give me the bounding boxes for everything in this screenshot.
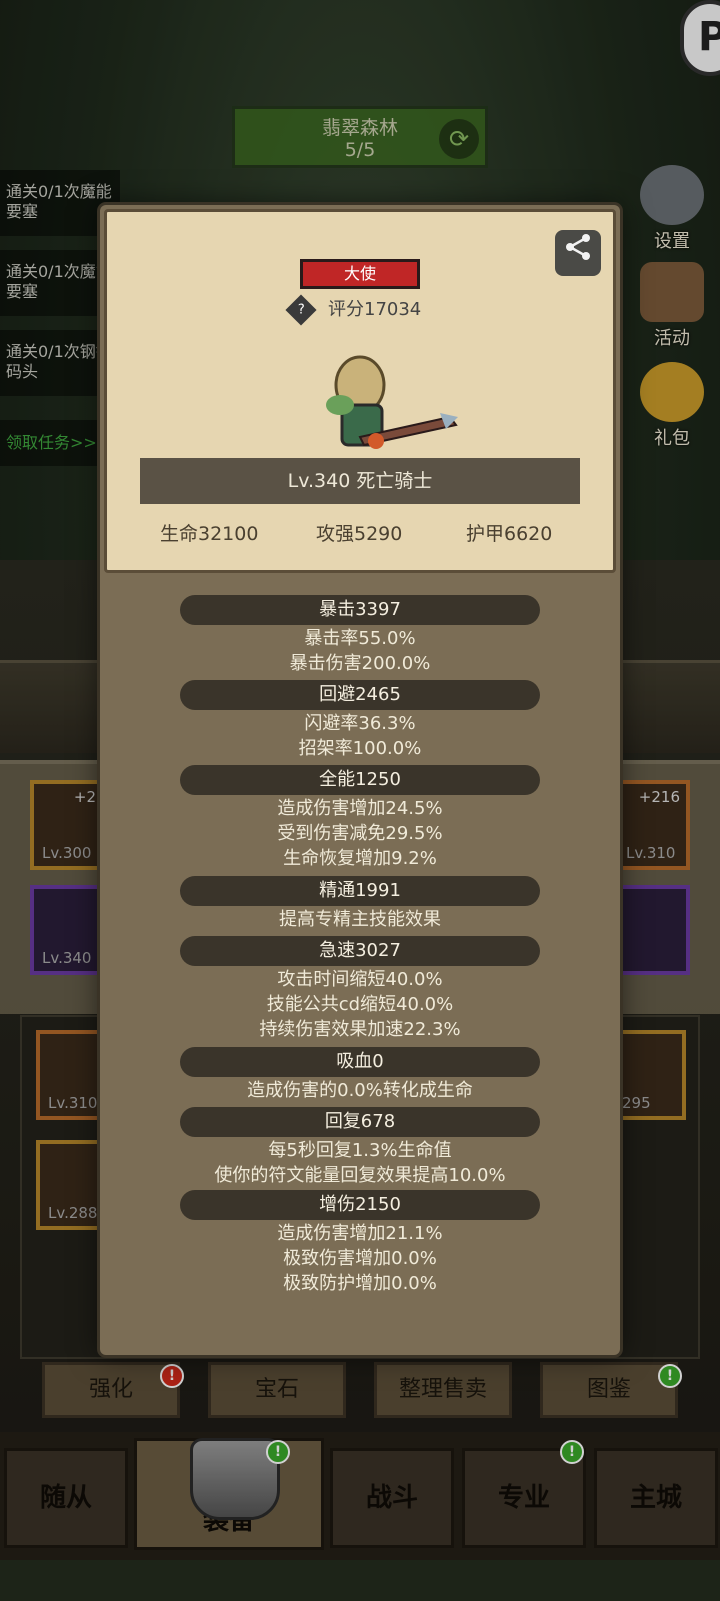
stat-detail: 每5秒回复1.3%生命值: [268, 1140, 452, 1161]
stat-header-damage-bonus: 增伤2150: [180, 1190, 540, 1220]
hp-stat: 生命32100: [160, 523, 259, 545]
rank-badge: 大使: [300, 259, 420, 289]
death-knight-portrait: [300, 345, 460, 465]
armor-stat: 护甲6620: [466, 523, 553, 545]
stat-detail: 闪避率36.3%: [304, 713, 416, 734]
stat-header-mastery: 精通1991: [180, 876, 540, 906]
character-name: Lv.340 死亡骑士: [140, 458, 580, 504]
stat-header-lifesteal: 吸血0: [180, 1047, 540, 1077]
stat-detail: 暴击伤害200.0%: [289, 653, 431, 674]
stat-header-versatility: 全能1250: [180, 765, 540, 795]
stat-detail: 提高专精主技能效果: [279, 909, 441, 930]
stat-detail: 造成伤害的0.0%转化成生命: [247, 1080, 473, 1101]
attack-stat: 攻强5290: [316, 523, 403, 545]
stat-detail: 极致伤害增加0.0%: [283, 1248, 437, 1269]
stat-detail: 受到伤害减免29.5%: [277, 823, 443, 844]
stat-header-dodge: 回避2465: [180, 680, 540, 710]
stat-detail: 造成伤害增加24.5%: [277, 798, 443, 819]
stat-detail: 持续伤害效果加速22.3%: [259, 1019, 461, 1040]
help-icon[interactable]: ?: [285, 294, 317, 326]
stat-detail: 生命恢复增加9.2%: [283, 848, 437, 869]
stat-detail: 暴击率55.0%: [304, 628, 416, 649]
stat-header-regen: 回复678: [180, 1107, 540, 1137]
share-icon[interactable]: [555, 230, 601, 276]
stat-detail: 技能公共cd缩短40.0%: [266, 994, 454, 1015]
stat-detail: 使你的符文能量回复效果提高10.0%: [214, 1165, 506, 1186]
stat-header-haste: 急速3027: [180, 936, 540, 966]
stat-detail: 攻击时间缩短40.0%: [277, 969, 443, 990]
share-glyph: [566, 234, 590, 260]
stat-detail: 极致防护增加0.0%: [283, 1273, 437, 1294]
score-row: ? 评分17034: [285, 294, 422, 326]
stat-detail: 造成伤害增加21.1%: [277, 1223, 443, 1244]
score-value: 评分17034: [328, 299, 422, 320]
stat-header-crit: 暴击3397: [180, 595, 540, 625]
stat-detail: 招架率100.0%: [298, 738, 422, 759]
